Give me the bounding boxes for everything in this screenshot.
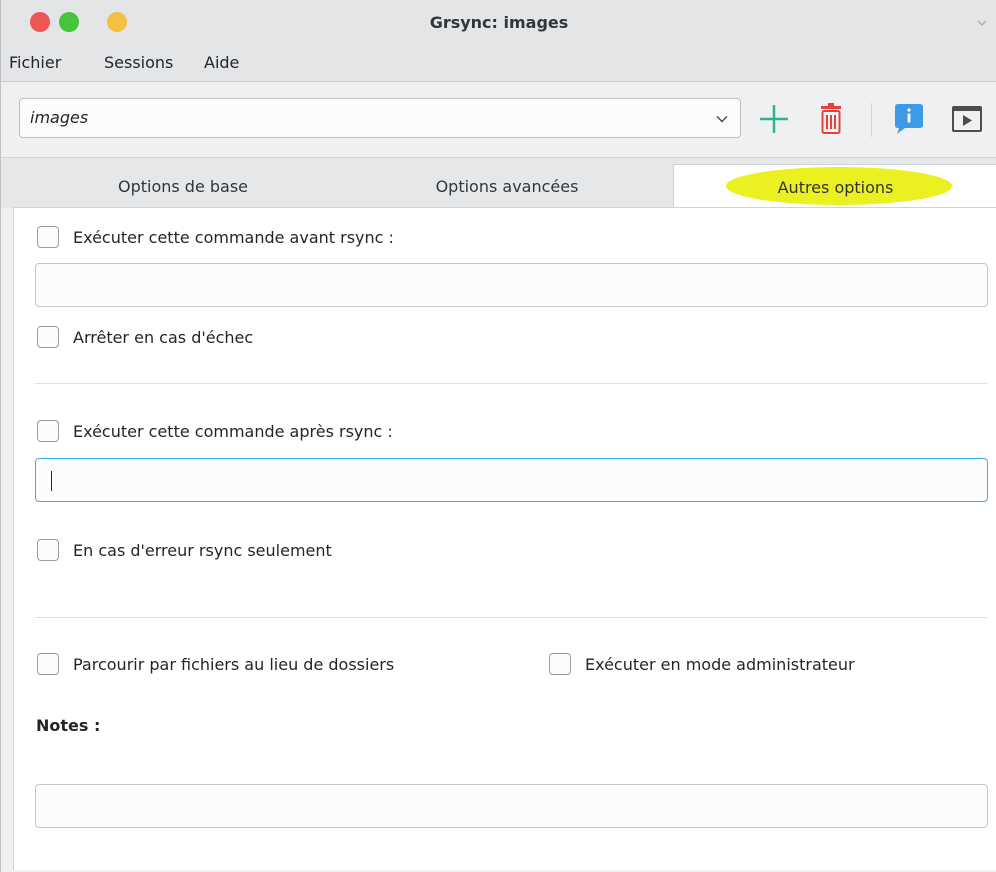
run-as-admin-checkbox[interactable] <box>549 653 571 675</box>
only-on-error-row: En cas d'erreur rsync seulement <box>37 539 332 561</box>
tab-label: Options de base <box>117 177 249 196</box>
stop-on-failure-label[interactable]: Arrêter en cas d'échec <box>73 328 253 347</box>
post-command-label[interactable]: Exécuter cette commande après rsync : <box>73 422 393 441</box>
post-command-input[interactable] <box>35 458 988 502</box>
section-divider <box>35 617 988 618</box>
menu-bar: Fichier Sessions Aide <box>1 46 996 82</box>
title-bar: Grsync: images <box>1 0 996 46</box>
session-select-value: images <box>30 108 89 127</box>
stop-on-failure-checkbox[interactable] <box>37 326 59 348</box>
pre-command-checkbox[interactable] <box>37 226 59 248</box>
pre-command-row: Exécuter cette commande avant rsync : <box>37 226 394 248</box>
tab-bar: Options de base Options avancées Autres … <box>1 158 996 208</box>
window-title: Grsync: images <box>429 13 569 32</box>
run-as-admin-label[interactable]: Exécuter en mode administrateur <box>585 655 855 674</box>
text-caret <box>51 471 52 491</box>
autres-options-panel: Exécuter cette commande avant rsync : Ar… <box>13 207 996 870</box>
tab-label: Autres options <box>777 178 894 197</box>
session-select[interactable]: images <box>19 98 741 138</box>
run-as-admin-row: Exécuter en mode administrateur <box>549 653 855 675</box>
pre-command-label[interactable]: Exécuter cette commande avant rsync : <box>73 228 394 247</box>
delete-session-button[interactable] <box>813 101 849 137</box>
section-divider <box>35 383 988 384</box>
menu-fichier[interactable]: Fichier <box>9 53 61 72</box>
browse-files-row: Parcourir par fichiers au lieu de dossie… <box>37 653 394 675</box>
tab-autres-options[interactable]: Autres options <box>673 164 996 208</box>
chevron-down-icon[interactable] <box>716 114 728 124</box>
pre-command-input[interactable] <box>35 263 988 307</box>
browse-files-label[interactable]: Parcourir par fichiers au lieu de dossie… <box>73 655 394 674</box>
menu-sessions[interactable]: Sessions <box>104 53 173 72</box>
only-on-error-label[interactable]: En cas d'erreur rsync seulement <box>73 541 332 560</box>
only-on-error-checkbox[interactable] <box>37 539 59 561</box>
grsync-window: Grsync: images Fichier Sessions Aide ima… <box>0 0 996 872</box>
toolbar-separator <box>871 103 872 137</box>
notes-input[interactable] <box>35 784 988 828</box>
chevron-down-icon[interactable] <box>977 18 987 28</box>
tab-label: Options avancées <box>435 177 579 196</box>
post-command-checkbox[interactable] <box>37 420 59 442</box>
tab-options-avancees[interactable]: Options avancées <box>341 164 673 208</box>
toolbar: images <box>1 83 996 158</box>
menu-aide[interactable]: Aide <box>204 53 239 72</box>
tab-options-de-base[interactable]: Options de base <box>13 164 353 208</box>
add-session-button[interactable] <box>756 101 792 137</box>
post-command-row: Exécuter cette commande après rsync : <box>37 420 393 442</box>
browse-files-checkbox[interactable] <box>37 653 59 675</box>
stop-on-failure-row: Arrêter en cas d'échec <box>37 326 253 348</box>
terminal-run-icon[interactable] <box>949 101 985 137</box>
notes-label: Notes : <box>36 716 101 735</box>
info-icon[interactable] <box>891 101 927 137</box>
